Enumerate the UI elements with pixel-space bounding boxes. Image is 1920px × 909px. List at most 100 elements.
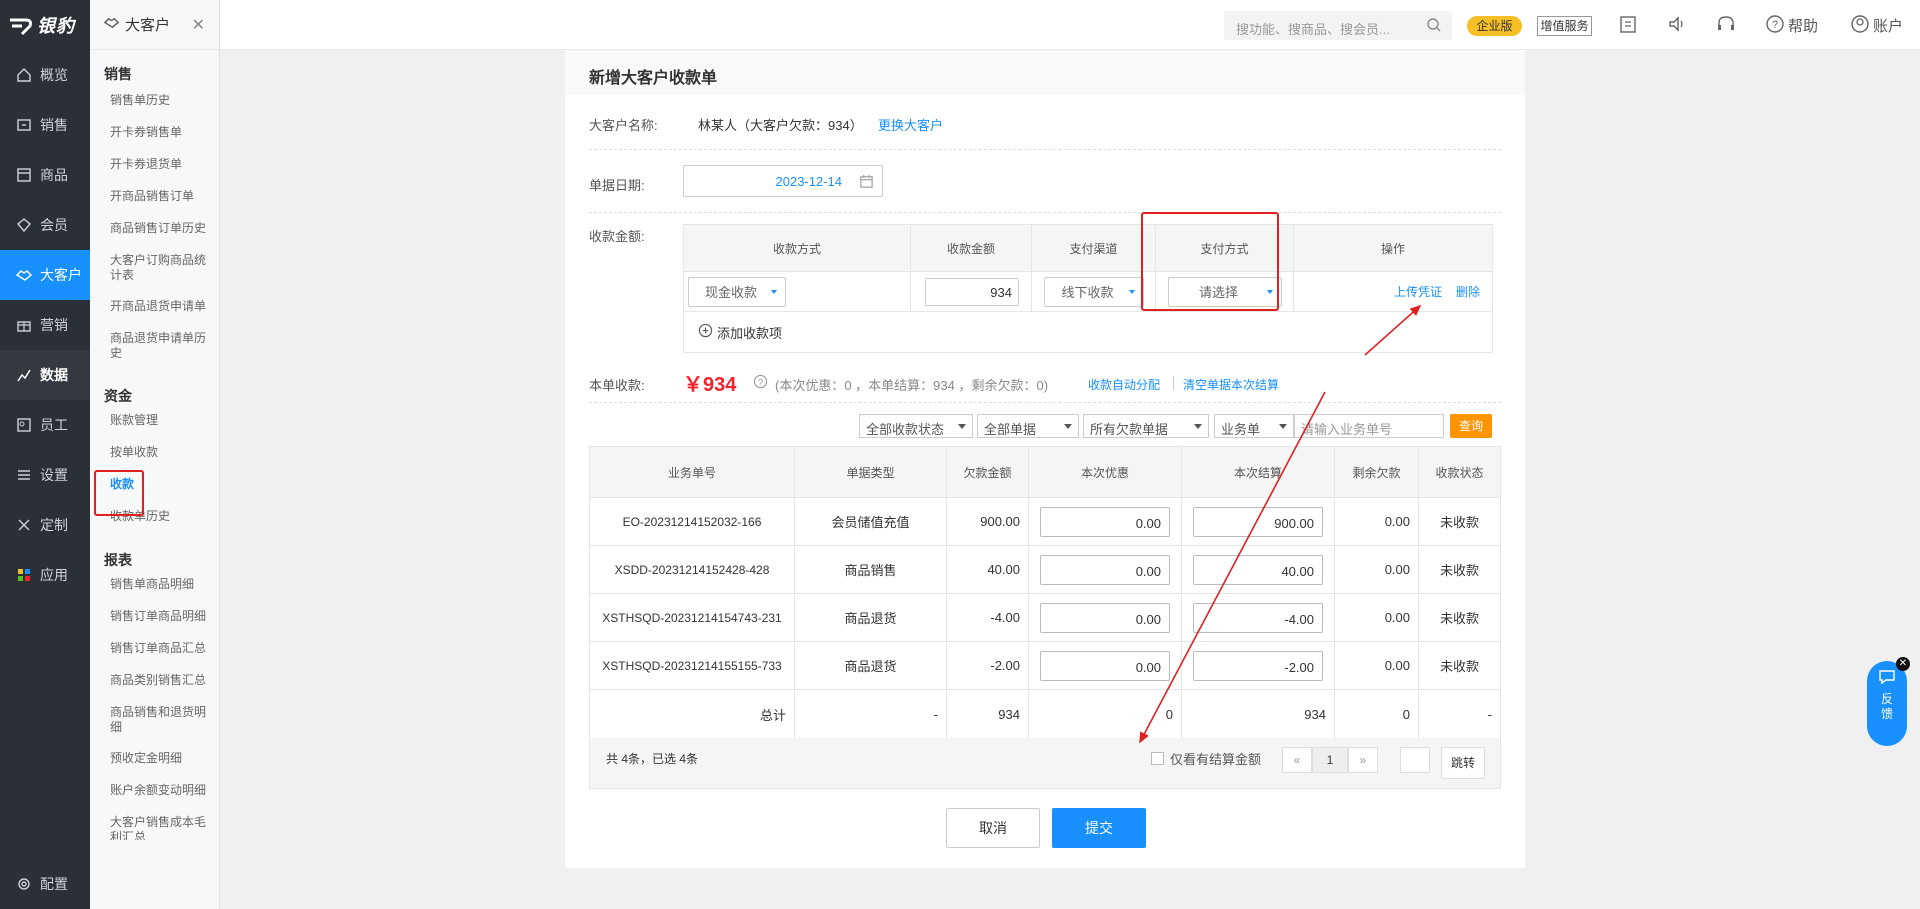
goods-icon [14, 167, 34, 183]
discount-input[interactable]: 0.00 [1040, 554, 1170, 585]
clipboard-icon[interactable] [1619, 14, 1637, 37]
sub-link[interactable]: 开商品退货申请单 [90, 294, 219, 326]
nav-item-staff[interactable]: 员工 [0, 400, 90, 450]
value-added-button[interactable]: 增值服务 [1537, 16, 1592, 36]
payment-channel-select[interactable]: 线下收款 [1043, 276, 1144, 307]
auto-alloc-link[interactable]: 收款自动分配 [1088, 376, 1160, 393]
sub-link[interactable]: 开卡券退货单 [90, 152, 219, 184]
payment-amount-input[interactable]: 934 [925, 277, 1019, 306]
discount-input[interactable]: 0.00 [1040, 506, 1170, 537]
nav-item-custom[interactable]: 定制 [0, 500, 90, 550]
sub-link[interactable]: 开卡券销售单 [90, 120, 219, 152]
sub-link[interactable]: 商品销售订单历史 [90, 216, 219, 248]
payment-header-row: 收款方式 收款金额 支付渠道 支付方式 操作 [684, 225, 1492, 272]
sub-link[interactable]: 销售订单商品明细 [90, 604, 219, 636]
question-icon[interactable]: ? [753, 374, 768, 392]
search-placeholder: 搜功能、搜商品、搜会员... [1236, 22, 1390, 37]
sub-link[interactable]: 账款管理 [90, 408, 219, 440]
sub-link[interactable]: 账户余额变动明细 [90, 778, 219, 810]
search-icon[interactable] [1426, 17, 1442, 36]
delete-link[interactable]: 删除 [1456, 283, 1480, 300]
settle-input[interactable]: 40.00 [1193, 554, 1323, 585]
jump-button[interactable]: 跳转 [1441, 747, 1485, 779]
doc-number-link[interactable]: XSTHSQD-20231214154743-231 [590, 594, 795, 641]
nav-label: 员工 [40, 417, 68, 433]
doc-number-link[interactable]: XSTHSQD-20231214155155-733 [590, 642, 795, 689]
query-button[interactable]: 查询 [1450, 414, 1492, 438]
checkbox-icon[interactable] [1151, 752, 1164, 765]
submit-button[interactable]: 提交 [1052, 808, 1146, 848]
page-jump-input[interactable] [1400, 747, 1430, 773]
close-icon[interactable]: ✕ [1896, 657, 1910, 671]
col-header: 支付渠道 [1032, 225, 1156, 271]
account-label[interactable]: 账户 [1873, 15, 1903, 36]
close-icon[interactable]: ✕ [192, 15, 205, 35]
filter-debt-select[interactable]: 所有欠款单据 [1083, 414, 1209, 438]
plus-circle-icon[interactable] [698, 323, 713, 341]
filter-docs-select[interactable]: 全部单据 [977, 414, 1079, 438]
sub-link[interactable]: 销售单商品明细 [90, 572, 219, 604]
sub-link[interactable]: 开商品销售订单 [90, 184, 219, 216]
sub-link[interactable]: 商品销售和退货明细 [90, 700, 219, 746]
sub-link[interactable]: 大客户订购商品统计表 [90, 248, 219, 294]
headset-icon[interactable] [1716, 14, 1736, 37]
discount-cell: 0.00 [1029, 594, 1182, 641]
upload-voucher-link[interactable]: 上传凭证 [1394, 283, 1442, 300]
feedback-button[interactable]: ✕ 反馈 [1867, 657, 1910, 746]
total-type: - [795, 690, 947, 738]
speaker-icon[interactable] [1667, 14, 1687, 37]
filter-status-select[interactable]: 全部收款状态 [859, 414, 973, 438]
nav-item-goods[interactable]: 商品 [0, 150, 90, 200]
date-label: 单据日期: [589, 178, 645, 193]
next-page-button[interactable]: » [1348, 747, 1378, 773]
sub-link[interactable]: 按单收款 [90, 440, 219, 472]
page-number[interactable]: 1 [1312, 747, 1348, 773]
help-icon[interactable]: ? [1765, 14, 1785, 37]
nav-item-apps[interactable]: 应用 [0, 550, 90, 600]
sub-link[interactable]: 销售订单商品汇总 [90, 636, 219, 668]
enterprise-badge[interactable]: 企业版 [1467, 16, 1522, 36]
clear-alloc-link[interactable]: 清空单据本次结算 [1183, 376, 1279, 393]
help-label[interactable]: 帮助 [1788, 15, 1818, 36]
sub-link-current[interactable]: 收款 [90, 470, 219, 516]
nav-config[interactable]: 配置 [0, 859, 90, 909]
doc-number-link[interactable]: EO-20231214152032-166 [590, 498, 795, 545]
date-field[interactable]: 2023-12-14 [683, 165, 883, 197]
doc-number-link[interactable]: XSDD-20231214152428-428 [590, 546, 795, 593]
discount-input[interactable]: 0.00 [1040, 650, 1170, 681]
user-icon[interactable] [1850, 14, 1870, 37]
nav-config-label: 配置 [40, 876, 68, 892]
discount-input[interactable]: 0.00 [1040, 602, 1170, 633]
search-input[interactable]: 搜功能、搜商品、搜会员... [1224, 11, 1452, 40]
only-settle-checkbox[interactable]: 仅看有结算金额 [1151, 749, 1261, 768]
caret-down-icon [1128, 289, 1135, 294]
nav-item-marketing[interactable]: 营销 [0, 300, 90, 350]
sub-link[interactable]: 预收定金明细 [90, 746, 219, 778]
change-customer-link[interactable]: 更换大客户 [878, 115, 943, 134]
settle-input[interactable]: 900.00 [1193, 506, 1323, 537]
add-payment-row[interactable]: 添加收款项 [684, 312, 1492, 352]
nav-item-sales[interactable]: 销售 [0, 100, 90, 150]
nav-label: 定制 [40, 517, 68, 533]
nav-item-settings[interactable]: 设置 [0, 450, 90, 500]
calendar-icon[interactable] [859, 174, 874, 192]
prev-page-button[interactable]: « [1282, 747, 1312, 773]
cancel-button[interactable]: 取消 [946, 808, 1040, 848]
sub-link[interactable]: 商品类别销售汇总 [90, 668, 219, 700]
nav-item-big-customer[interactable]: 大客户 [0, 250, 90, 300]
settle-input[interactable]: -2.00 [1193, 650, 1323, 681]
brand-logo[interactable]: 银豹 [0, 0, 90, 50]
brand-name: 银豹 [37, 16, 75, 36]
settle-input[interactable]: -4.00 [1193, 602, 1323, 633]
nav-label: 营销 [40, 317, 68, 333]
nav-item-overview[interactable]: 概览 [0, 50, 90, 100]
filter-type-select[interactable]: 业务单 [1214, 414, 1294, 438]
payment-method-select[interactable]: 现金收款 [688, 276, 786, 307]
nav-item-member[interactable]: 会员 [0, 200, 90, 250]
sub-link[interactable]: 销售单历史 [90, 88, 219, 120]
add-payment-label[interactable]: 添加收款项 [717, 323, 782, 342]
sub-link[interactable]: 大客户销售成本毛利汇总 [90, 810, 219, 840]
doc-number-input[interactable]: 请输入业务单号 [1294, 414, 1444, 438]
sub-link[interactable]: 商品退货申请单历史 [90, 326, 219, 372]
nav-item-data[interactable]: 数据 [0, 350, 90, 400]
